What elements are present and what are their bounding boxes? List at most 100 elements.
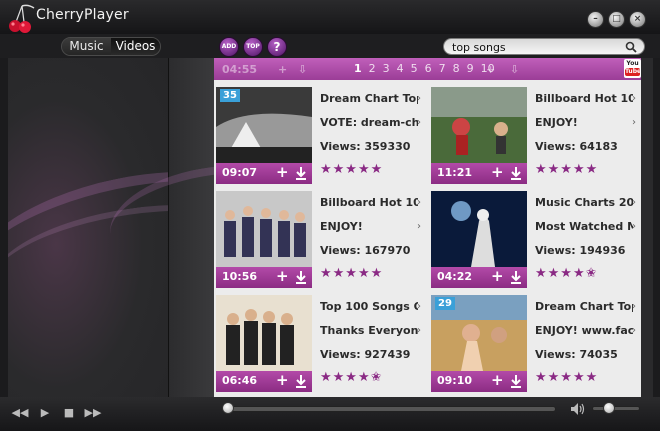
chevron-right-icon: › [632,221,636,232]
download-icon[interactable] [510,270,522,284]
pagination-bar: 04:55 + ⇩ 1 2 3 4 5 6 7 8 9 10 + ⇩ You Tube [214,58,641,80]
download-icon[interactable] [510,166,522,180]
video-results: 04:55 + ⇩ 1 2 3 4 5 6 7 8 9 10 + ⇩ You Tube 35 09:… [214,58,641,397]
video-duration: 06:46 [222,374,258,387]
video-thumbnail[interactable] [431,191,527,267]
seek-bar[interactable] [222,406,556,412]
side-panel [101,58,317,397]
help-button[interactable]: ? [267,37,287,57]
video-title[interactable]: Music Charts 201 [535,196,633,209]
download-icon[interactable] [510,374,522,388]
top-button[interactable]: TOP [243,37,263,57]
page-link[interactable]: 3 [383,62,390,75]
add-to-playlist-icon[interactable]: + [491,268,504,285]
add-to-playlist-icon[interactable]: + [491,372,504,389]
video-title[interactable]: Billboard Hot 100 [535,92,633,105]
add-button[interactable]: ADD [219,37,239,57]
video-description: ENJOY! [320,220,363,233]
add-to-playlist-icon[interactable]: + [276,372,289,389]
add-to-playlist-icon[interactable]: + [491,164,504,181]
video-description: VOTE: dream-cha [320,116,418,129]
video-views: Views: 167970 [320,244,411,257]
video-duration: 10:56 [222,270,258,283]
previous-icon[interactable]: ◀◀ [10,404,30,422]
star-rating: ★★★★★ [535,370,599,385]
video-title[interactable]: Billboard Hot 100 [320,196,418,209]
page-link[interactable]: 4 [397,62,404,75]
video-title[interactable]: Dream Chart Top [320,92,418,105]
download-icon[interactable] [295,166,307,180]
close-button[interactable]: × [629,11,646,28]
chevron-right-icon: › [417,93,421,104]
video-title[interactable]: Dream Chart Top [535,300,633,313]
thumbnail-bar: 04:22 + [431,267,527,288]
ghost-download-icon: ⇩ [510,63,520,76]
video-card[interactable]: 29 09:10 + Dream Chart Top › ENJOY! www.face ›… [429,295,639,395]
tab-videos[interactable]: Videos [111,38,160,55]
results-scrollbar[interactable] [641,58,653,397]
video-card[interactable]: 35 09:07 + Dream Chart Top › VOTE: dream-cha ›… [214,87,424,187]
download-icon[interactable] [295,374,307,388]
video-card[interactable]: 04:22 + Music Charts 201 › Most Watched M › Vi… [429,191,639,291]
ghost-duration: 04:55 [222,63,258,76]
volume-icon[interactable] [570,402,586,416]
play-icon[interactable]: ▶ [35,404,55,422]
star-rating: ★★★★✬ [320,370,383,385]
page-link[interactable]: 7 [439,62,446,75]
video-description: Thanks Everyone [320,324,418,337]
thumbnail-bar: 11:21 + [431,163,527,184]
thumbnail-image [431,191,527,267]
search-input[interactable] [452,40,620,54]
download-icon[interactable] [295,270,307,284]
app-title: CherryPlayer [36,7,129,23]
video-card[interactable]: 10:56 + Billboard Hot 100 › ENJOY! › Views: 16… [214,191,424,291]
page-link[interactable]: 2 [369,62,376,75]
video-title[interactable]: Top 100 Songs Of [320,300,418,313]
search-icon[interactable] [625,41,637,53]
thumbnail-bar: 09:10 + [431,371,527,392]
video-views: Views: 194936 [535,244,626,257]
video-thumbnail[interactable]: 29 [431,295,527,371]
page-list: 1 2 3 4 5 6 7 8 9 10 [354,62,495,75]
video-description: Most Watched M [535,220,633,233]
video-duration: 09:10 [437,374,473,387]
page-link[interactable]: 6 [425,62,432,75]
page-link[interactable]: 9 [467,62,474,75]
thumbnail-bar: 09:07 + [216,163,312,184]
video-thumbnail[interactable] [216,191,312,267]
seek-handle[interactable] [222,402,234,414]
star-rating: ★★★★✬ [535,266,598,281]
video-card[interactable]: 11:21 + Billboard Hot 100 › ENJOY! › Views: 64… [429,87,639,187]
chevron-right-icon: › [417,325,421,336]
add-to-playlist-icon[interactable]: + [276,268,289,285]
minimize-button[interactable]: – [587,11,604,28]
thumbnail-bar: 06:46 + [216,371,312,392]
ghost-plus-icon: + [486,63,496,76]
volume-slider[interactable] [592,406,640,411]
page-link[interactable]: 8 [453,62,460,75]
video-views: Views: 74035 [535,348,618,361]
video-description: ENJOY! www.face [535,324,633,337]
video-duration: 04:22 [437,270,473,283]
next-icon[interactable]: ▶▶ [83,404,103,422]
video-thumbnail[interactable] [431,87,527,163]
title-bar: CherryPlayer – □ × [0,0,660,34]
youtube-logo-icon[interactable]: You Tube [624,59,641,78]
add-to-playlist-icon[interactable]: + [276,164,289,181]
video-views: Views: 359330 [320,140,411,153]
video-thumbnail[interactable] [216,295,312,371]
page-link[interactable]: 1 [354,62,362,75]
chevron-right-icon: › [417,301,421,312]
stop-icon[interactable]: ■ [59,404,79,422]
video-thumbnail[interactable]: 35 [216,87,312,163]
app-window: CherryPlayer – □ × Music Videos ADD TOP … [0,0,660,431]
video-duration: 09:07 [222,166,258,179]
page-link[interactable]: 5 [411,62,418,75]
video-views: Views: 64183 [535,140,618,153]
chevron-right-icon: › [417,221,421,232]
maximize-button[interactable]: □ [608,11,625,28]
media-type-switch: Music Videos [61,37,161,56]
video-card[interactable]: 06:46 + Top 100 Songs Of › Thanks Everyone › V… [214,295,424,395]
chevron-right-icon: › [632,325,636,336]
tab-music[interactable]: Music [62,38,111,55]
